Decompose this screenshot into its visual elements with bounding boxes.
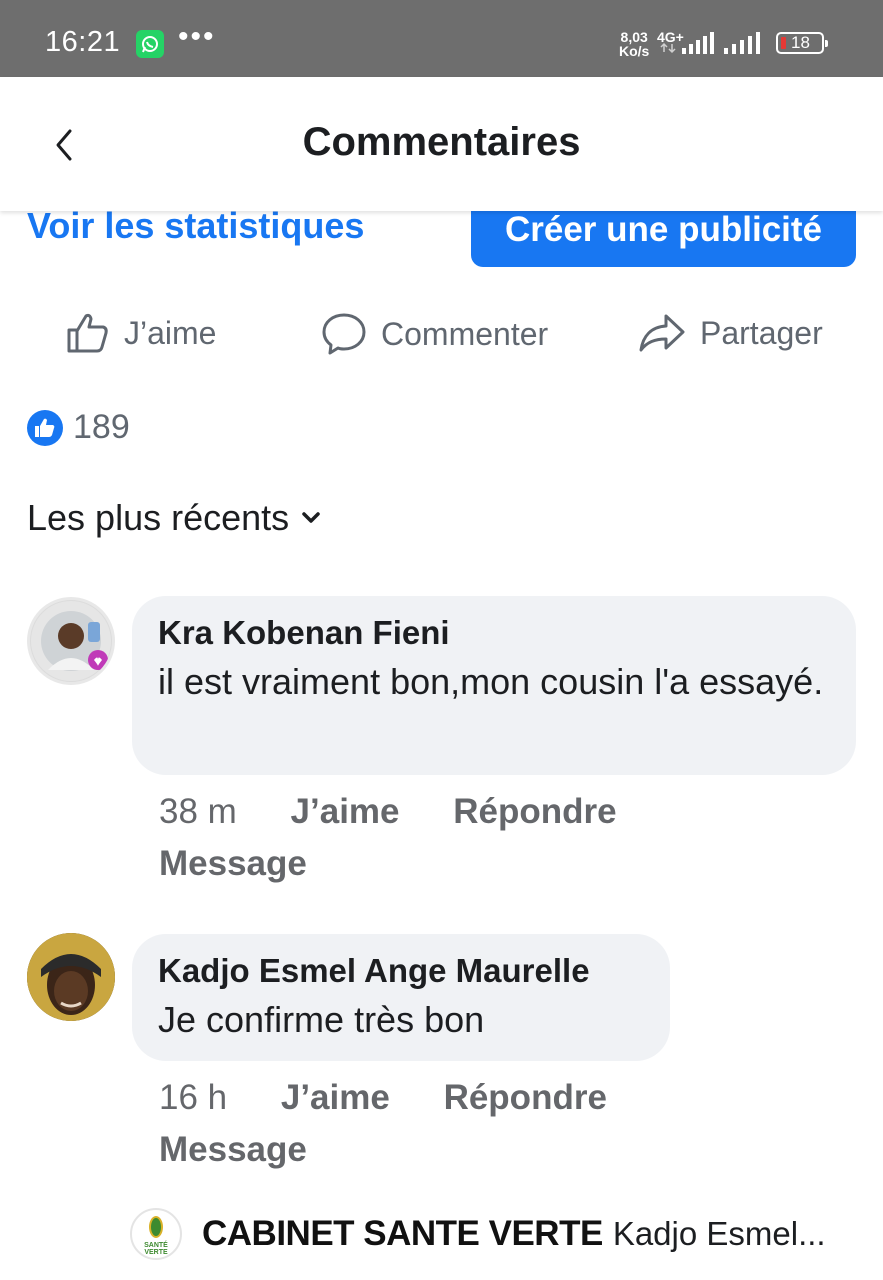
share-label: Partager bbox=[700, 314, 823, 351]
comment-reply-button[interactable]: Répondre bbox=[453, 792, 616, 831]
network-speed: 8,03 Ko/s bbox=[619, 30, 649, 58]
speed-unit: Ko/s bbox=[619, 43, 650, 59]
comment-message-button[interactable]: Message bbox=[159, 1130, 307, 1169]
status-time: 16:21 bbox=[45, 26, 121, 58]
speed-value: 8,03 bbox=[620, 29, 648, 45]
comment-actions-row2: Message bbox=[159, 844, 307, 884]
header: Commentaires bbox=[0, 77, 883, 211]
status-bar: 16:21 ••• 8,03 Ko/s 4G+ 18 bbox=[0, 0, 883, 77]
sort-dropdown[interactable]: Les plus récents bbox=[27, 497, 321, 539]
comment-button[interactable]: Commenter bbox=[321, 312, 548, 356]
page-logo: SANTÉ VERTE bbox=[130, 1208, 182, 1260]
logo-caption: SANTÉ VERTE bbox=[144, 1242, 168, 1256]
comment-author[interactable]: Kadjo Esmel Ange Maurelle bbox=[158, 952, 644, 990]
like-icon bbox=[67, 313, 108, 353]
view-stats-link[interactable]: Voir les statistiques bbox=[27, 205, 364, 247]
comment-actions-row2: Message bbox=[159, 1130, 307, 1170]
whatsapp-icon bbox=[136, 30, 164, 58]
battery-level: 18 bbox=[791, 33, 810, 52]
comment-like-button[interactable]: J’aime bbox=[291, 792, 400, 831]
reply-page-name: CABINET SANTE VERTE bbox=[202, 1214, 603, 1253]
comment-actions: 38 m J’aime Répondre bbox=[159, 792, 617, 832]
comment-author[interactable]: Kra Kobenan Fieni bbox=[158, 614, 830, 652]
page-title: Commentaires bbox=[302, 120, 581, 164]
comment-like-button[interactable]: J’aime bbox=[281, 1078, 390, 1117]
share-button[interactable]: Partager bbox=[638, 312, 823, 354]
comment-bubble: Kadjo Esmel Ange Maurelle Je confirme tr… bbox=[132, 934, 670, 1061]
signal-icon bbox=[660, 32, 714, 54]
comment-text: Je confirme très bon bbox=[158, 999, 485, 1040]
comment-reply-button[interactable]: Répondre bbox=[444, 1078, 607, 1117]
reaction-count: 189 bbox=[73, 408, 130, 446]
comment-time: 38 m bbox=[159, 792, 237, 831]
reply-target-name: Kadjo Esmel... bbox=[612, 1215, 826, 1252]
reactions-summary[interactable]: 189 bbox=[27, 408, 130, 447]
chevron-down-icon bbox=[302, 512, 320, 523]
comment-bubble: Kra Kobenan Fieni il est vraiment bon,mo… bbox=[132, 596, 856, 775]
reply-as-page-bar[interactable]: SANTÉ VERTE CABINET SANTE VERTE Kadjo Es… bbox=[130, 1208, 826, 1260]
comment-time: 16 h bbox=[159, 1078, 228, 1117]
comment-message-button[interactable]: Message bbox=[159, 844, 307, 883]
more-notifications-icon: ••• bbox=[178, 20, 216, 53]
comment-icon bbox=[322, 313, 366, 355]
avatar[interactable] bbox=[27, 597, 115, 685]
comment-text: il est vraiment bon,mon cousin l'a essay… bbox=[158, 661, 824, 702]
avatar[interactable] bbox=[27, 933, 115, 1021]
like-reaction-icon bbox=[27, 409, 63, 446]
share-icon bbox=[639, 314, 685, 352]
signal-icon bbox=[724, 32, 760, 54]
comment-actions: 16 h J’aime Répondre bbox=[159, 1078, 607, 1118]
sort-label: Les plus récents bbox=[27, 497, 290, 538]
battery-icon: 18 bbox=[776, 32, 828, 54]
comment-label: Commenter bbox=[381, 315, 549, 352]
like-label: J’aime bbox=[124, 314, 217, 351]
like-button[interactable]: J’aime bbox=[66, 312, 216, 354]
